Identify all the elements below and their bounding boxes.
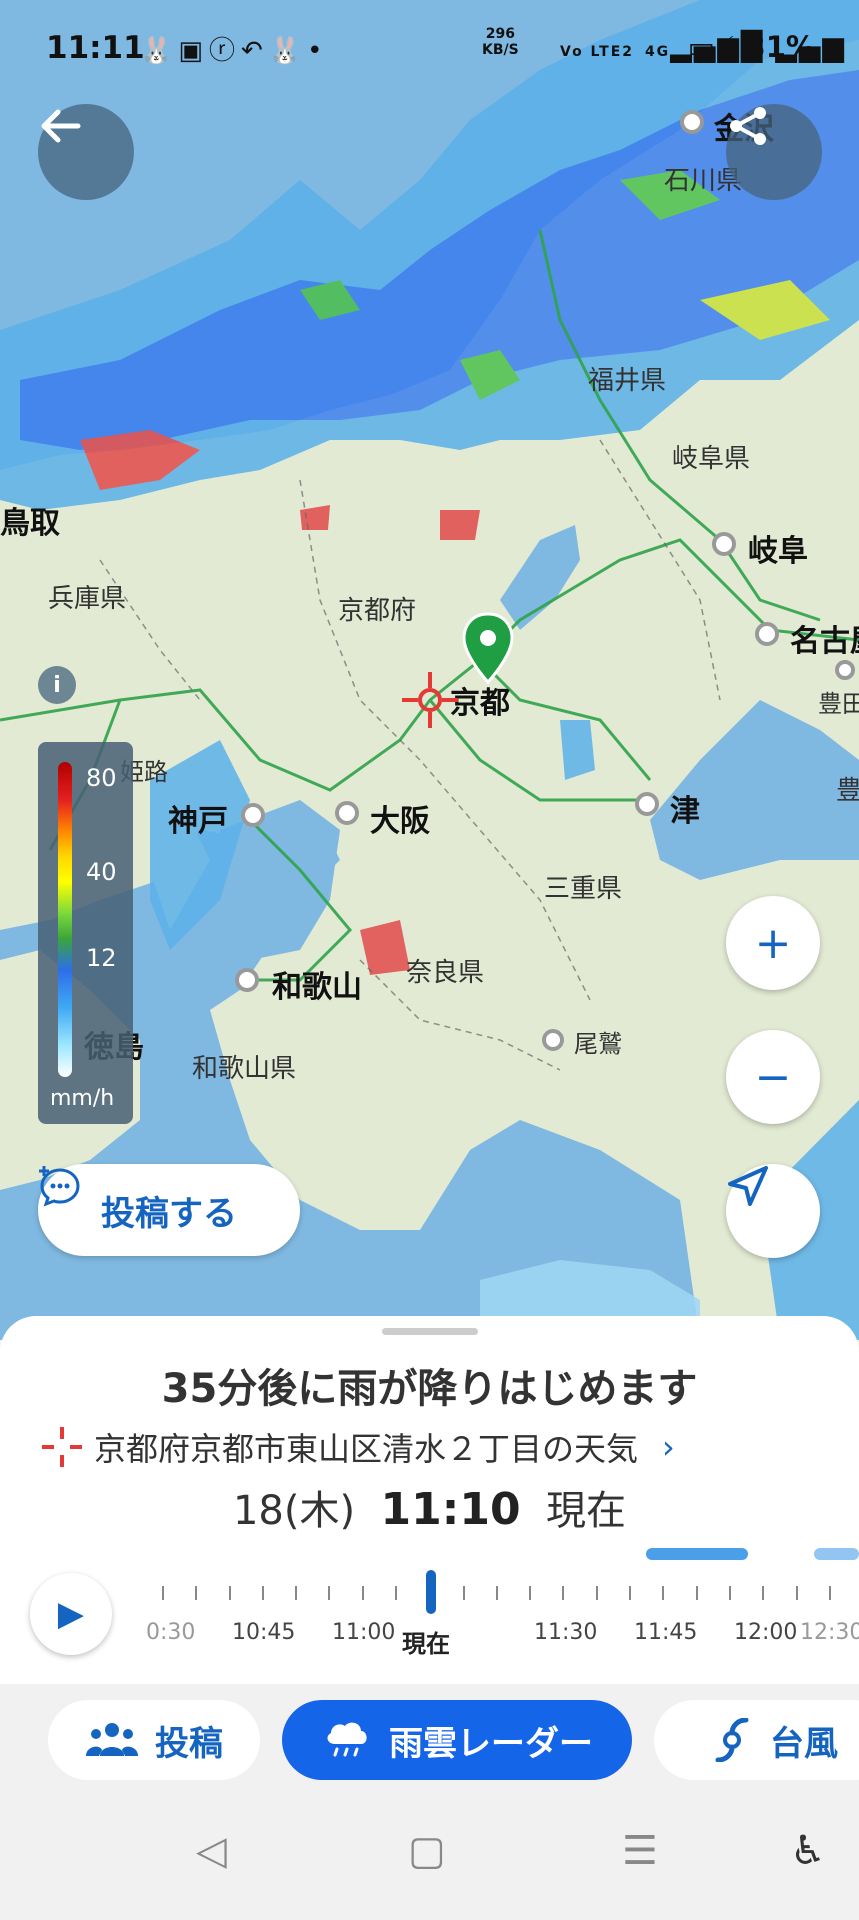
obs-now: 現在 <box>546 1488 627 1534</box>
map-label-gifu-pref: 岐阜県 <box>672 444 751 474</box>
map-label-nagoya: 名古屋 <box>790 624 859 659</box>
post-bubble-icon <box>39 1166 80 1207</box>
map-label-tottori: 鳥取 <box>0 506 60 541</box>
tab-rain-radar[interactable]: 雨雲レーダー <box>282 1700 632 1780</box>
map-label-mie: 三重県 <box>544 874 623 904</box>
timeline-label-1130: 11:30 <box>534 1620 598 1645</box>
share-button[interactable] <box>726 104 822 200</box>
timeline-forecast-bar-2 <box>814 1548 859 1560</box>
obs-time: 11:10 <box>380 1484 521 1535</box>
back-button[interactable] <box>38 104 134 200</box>
bottom-tabs: 投稿 雨雲レーダー 台風 <box>0 1684 859 1794</box>
map-label-fukui: 福井県 <box>588 366 667 396</box>
battery-icon: ▭⚡ <box>687 30 736 64</box>
legend-tick-80: 80 <box>86 764 117 792</box>
net-speed: 296 KB/S <box>482 26 519 58</box>
play-button[interactable]: ▶ <box>30 1573 112 1655</box>
observation-time: 18(木) 11:10 現在 <box>0 1478 859 1536</box>
net-speed-unit: KB/S <box>482 42 519 58</box>
status-time: 11:11 <box>46 30 145 66</box>
location-link[interactable]: 京都府京都市東山区清水２丁目の天気 › <box>40 1424 675 1470</box>
map-label-toyota: 豊田 <box>818 690 859 718</box>
legend-color-bar <box>58 762 72 1077</box>
chevron-right-icon: › <box>662 1428 675 1466</box>
tab-rain-radar-label: 雨雲レーダー <box>389 1723 593 1764</box>
map-label-gifu: 岐阜 <box>748 534 808 569</box>
crosshair-icon <box>42 1427 82 1467</box>
battery-percent: 31% <box>745 30 815 64</box>
back-arrow-icon <box>41 109 81 143</box>
net-type: 4G <box>644 44 671 60</box>
timeline-label-now: 現在 <box>402 1630 450 1658</box>
zoom-in-button[interactable]: + <box>726 896 820 990</box>
map-label-wakayama: 和歌山 <box>272 970 362 1005</box>
accessibility-icon[interactable]: ♿ <box>790 1828 826 1874</box>
map-label-hyogo: 兵庫県 <box>48 584 127 614</box>
current-location-crosshair-icon <box>402 672 458 728</box>
status-bar: 11:11 🐰▣ⓡ↶🐰• 296 KB/S Vo LTE2 4G▂▄▆█ ▂▄▆… <box>0 0 859 100</box>
map-label-wakayama-pref: 和歌山県 <box>192 1054 297 1084</box>
play-icon: ▶ <box>57 1594 85 1634</box>
tab-typhoon-label: 台風 <box>770 1723 838 1764</box>
notification-icons: 🐰▣ⓡ↶🐰• <box>140 36 329 66</box>
map-label-nara: 奈良県 <box>406 958 485 988</box>
timeline-label-1200: 12:00 <box>734 1620 798 1645</box>
nav-back-icon[interactable]: ◁ <box>196 1828 227 1874</box>
zoom-out-button[interactable]: − <box>726 1030 820 1124</box>
map-label-toyohashi: 豊 <box>836 776 859 806</box>
rain-forecast-headline: 35分後に雨が降りはじめます <box>161 1366 698 1412</box>
system-nav-bar: ◁ ▢ ☰ ♿ <box>0 1794 859 1920</box>
map-label-kobe: 神戸 <box>168 804 228 839</box>
tab-post-label: 投稿 <box>155 1723 223 1764</box>
timeline-label-1100: 11:00 <box>332 1620 396 1645</box>
typhoon-icon <box>715 1718 749 1762</box>
nav-recents-icon[interactable]: ☰ <box>622 1828 658 1874</box>
map-label-kyoto-pref: 京都府 <box>338 596 417 626</box>
volte-label: Vo LTE2 <box>560 44 635 60</box>
post-button[interactable]: 投稿する <box>38 1164 300 1256</box>
my-location-button[interactable] <box>726 1164 820 1258</box>
share-icon <box>730 107 766 145</box>
info-icon[interactable]: i <box>38 666 76 704</box>
legend-tick-12: 12 <box>86 944 117 972</box>
tab-typhoon[interactable]: 台風 <box>654 1700 859 1780</box>
map-label-owase: 尾鷲 <box>574 1030 622 1058</box>
forecast-sheet: 35分後に雨が降りはじめます 京都府京都市東山区清水２丁目の天気 › 18(木)… <box>0 1316 859 1684</box>
people-icon <box>86 1723 138 1756</box>
timeline-label-1145: 11:45 <box>634 1620 698 1645</box>
timeline-cursor[interactable] <box>426 1570 436 1614</box>
timeline-forecast-bar <box>646 1548 748 1560</box>
location-pin-icon[interactable] <box>458 610 518 690</box>
battery: ▭⚡ 31% <box>688 30 815 64</box>
nav-home-icon[interactable]: ▢ <box>408 1828 446 1874</box>
rain-legend: 80 40 12 mm/h <box>38 742 133 1124</box>
timeline-label-1030: 0:30 <box>146 1620 196 1645</box>
post-button-label: 投稿する <box>101 1193 237 1234</box>
legend-unit: mm/h <box>50 1086 115 1111</box>
radar-map[interactable]: 金沢 石川県 福井県 岐阜県 岐阜 名古屋 豊田 鳥取 兵庫県 京都府 京都 姫… <box>0 0 859 1340</box>
timeline-label-1045: 10:45 <box>232 1620 296 1645</box>
plus-icon: + <box>754 917 792 969</box>
sheet-handle[interactable] <box>382 1328 478 1335</box>
location-name: 京都府京都市東山区清水２丁目の天気 <box>94 1430 639 1468</box>
map-label-tsu: 津 <box>670 794 700 829</box>
navigation-arrow-icon <box>728 1166 768 1206</box>
timeline-label-1230: 12:30 <box>800 1620 859 1645</box>
rain-cloud-icon <box>327 1722 367 1757</box>
legend-tick-40: 40 <box>86 858 117 886</box>
tab-post[interactable]: 投稿 <box>48 1700 260 1780</box>
minus-icon: − <box>754 1051 792 1103</box>
map-label-osaka: 大阪 <box>370 804 430 839</box>
obs-date: 18(木) <box>232 1488 356 1534</box>
net-speed-value: 296 <box>485 26 515 42</box>
